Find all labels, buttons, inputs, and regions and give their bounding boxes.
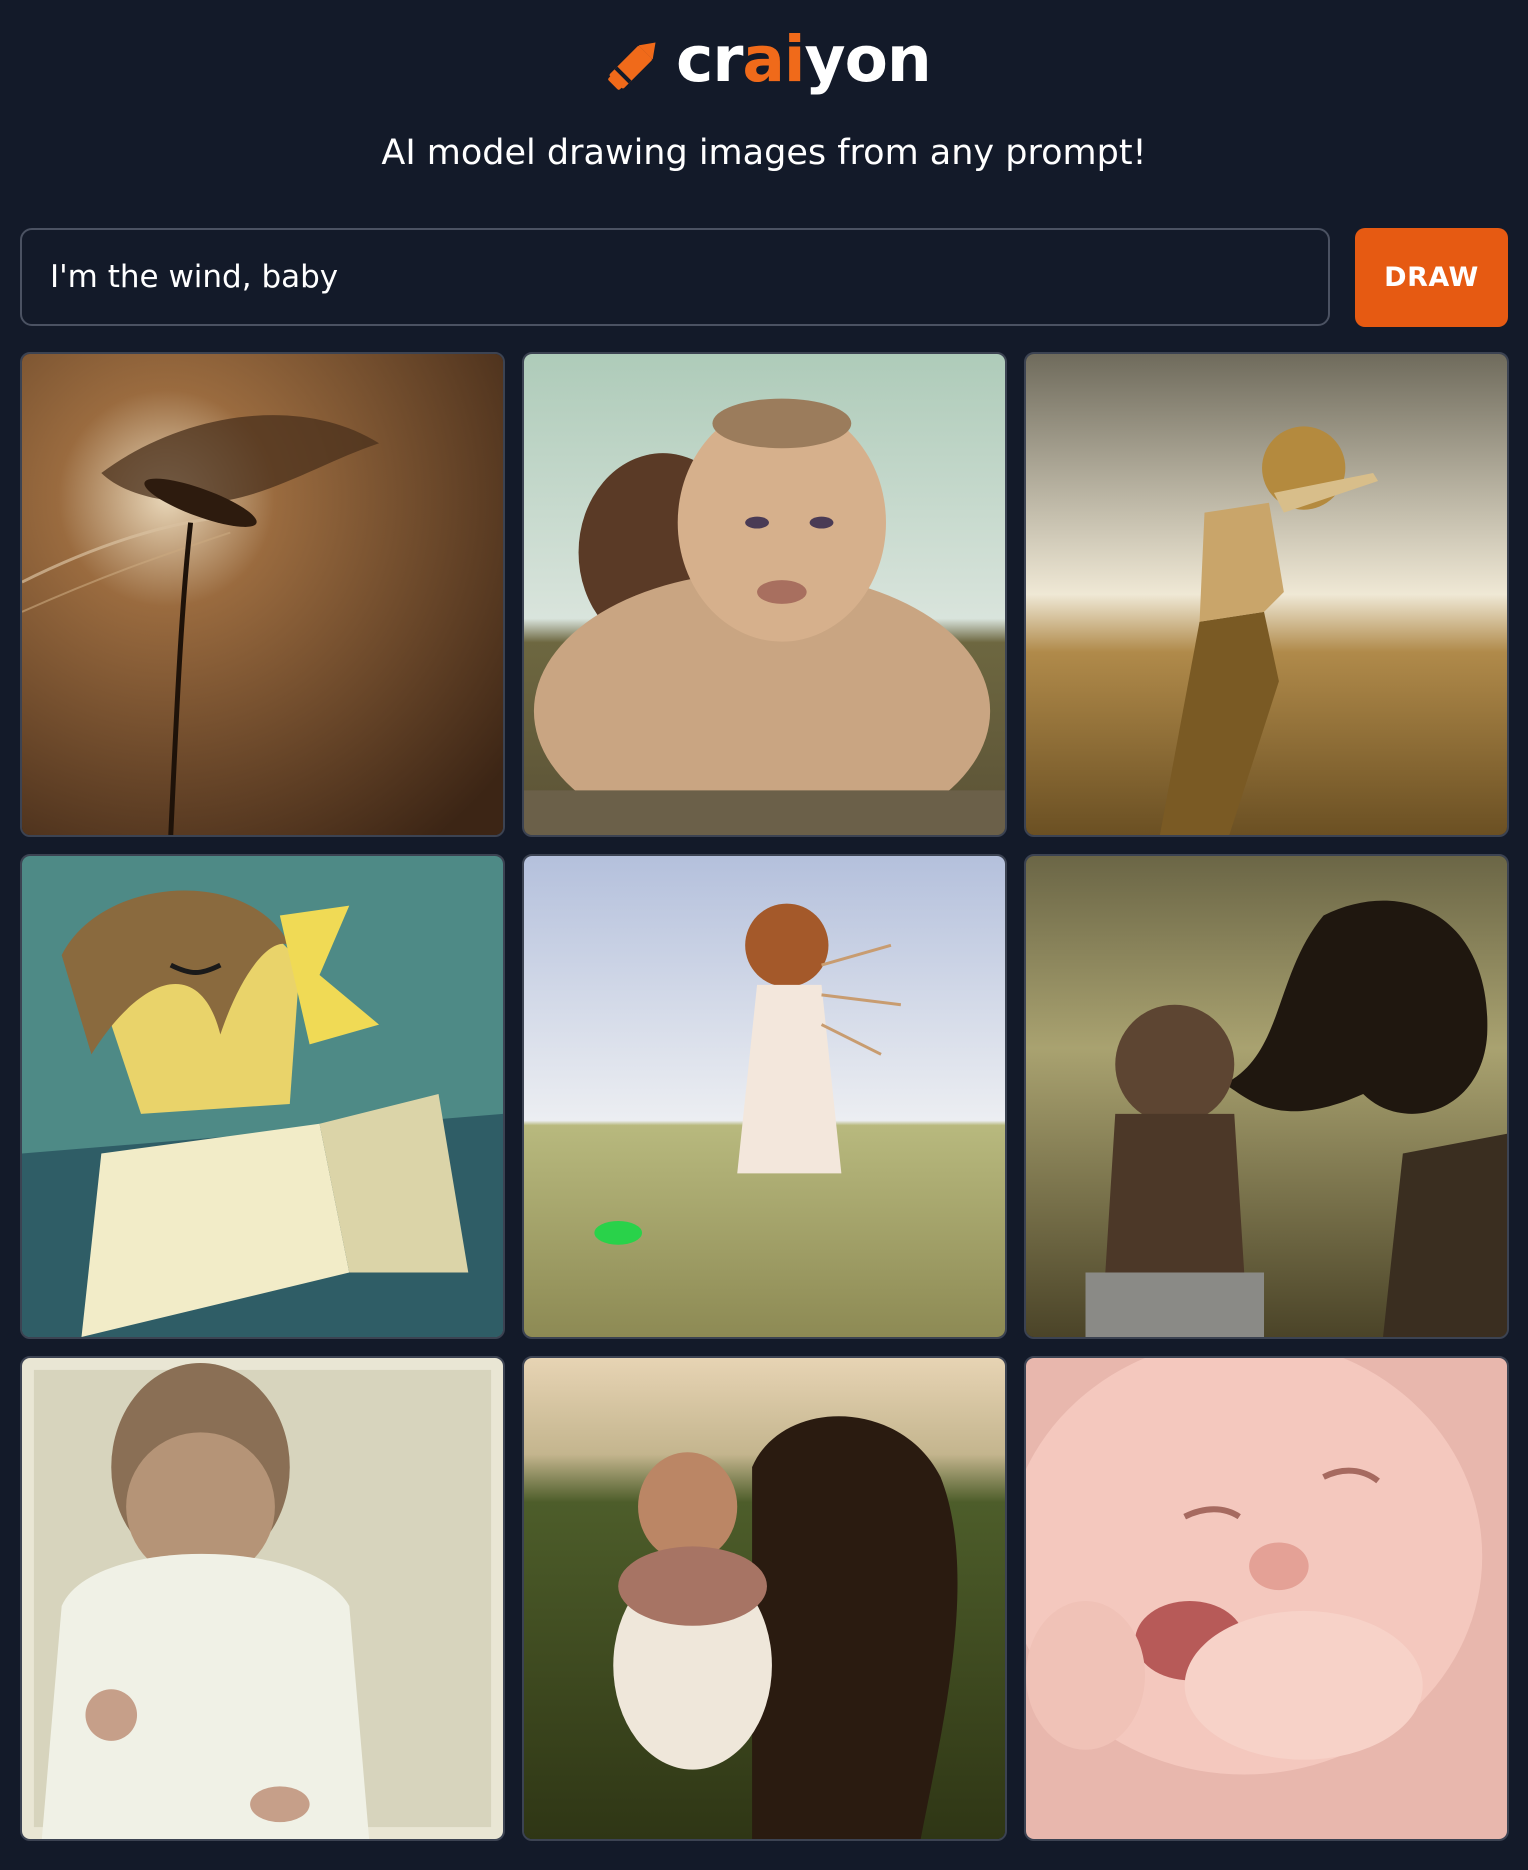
logo-text: craiyon: [676, 28, 932, 91]
figure-in-field-image: [1026, 354, 1507, 835]
result-image[interactable]: [1024, 854, 1509, 1339]
logo-text-prefix: cr: [676, 22, 743, 96]
crayon-icon: [608, 42, 656, 90]
prompt-field[interactable]: [20, 228, 1330, 326]
prompt-input[interactable]: [48, 258, 1328, 296]
mother-holding-baby-image: [524, 1358, 1005, 1839]
result-image[interactable]: [20, 854, 505, 1339]
result-image[interactable]: [522, 854, 1007, 1339]
wheat-stalk-image: [22, 354, 503, 835]
girl-in-meadow-image: [524, 856, 1005, 1337]
logo-text-accent: ai: [742, 22, 805, 96]
header: craiyon AI model drawing images from any…: [0, 0, 1528, 200]
result-image[interactable]: [1024, 352, 1509, 837]
sleeping-newborn-image: [22, 1358, 503, 1839]
logo-text-suffix: yon: [804, 22, 932, 96]
result-image[interactable]: [522, 352, 1007, 837]
result-image[interactable]: [20, 1356, 505, 1841]
tagline: AI model drawing images from any prompt!: [381, 133, 1147, 173]
baby-portrait-image: [524, 354, 1005, 835]
result-image[interactable]: [20, 352, 505, 837]
draw-button[interactable]: DRAW: [1355, 228, 1508, 327]
child-and-parent-in-field-image: [1026, 856, 1507, 1337]
craiyon-logo[interactable]: craiyon: [598, 22, 932, 104]
cartoon-character-image: [22, 856, 503, 1337]
result-image[interactable]: [522, 1356, 1007, 1841]
laughing-baby-image: [1026, 1358, 1507, 1839]
result-image[interactable]: [1024, 1356, 1509, 1841]
